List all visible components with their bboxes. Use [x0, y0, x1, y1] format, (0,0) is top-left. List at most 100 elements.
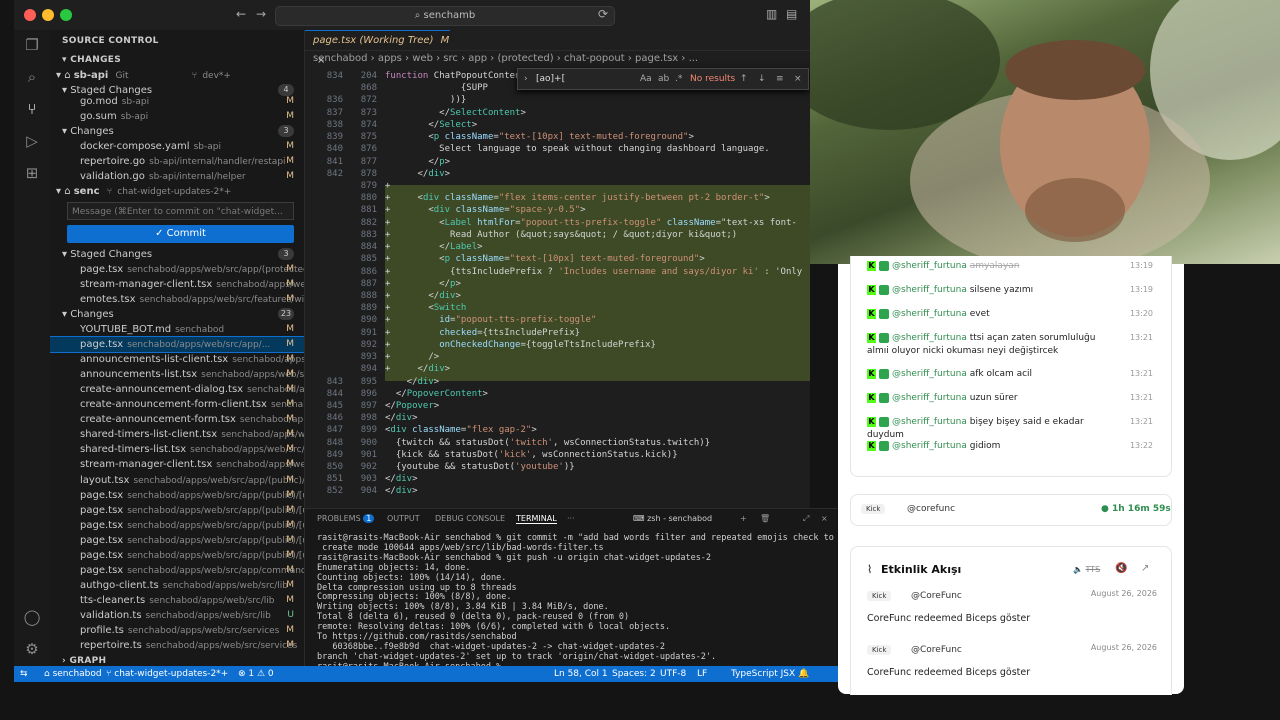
chat-username[interactable]: @sheriff_furtuna	[892, 417, 967, 427]
list-item[interactable]: stream-manager-client.tsx senchabod/apps/…	[50, 457, 304, 472]
code-line[interactable]: 891 + checked={ttsIncludePrefix}	[305, 327, 810, 339]
code-line[interactable]: 885 + <p className="text-[10px] text-mute…	[305, 253, 810, 265]
list-item[interactable]: page.tsx senchabod/apps/web/src/app/comma…	[50, 563, 304, 578]
chat-username[interactable]: @sheriff_furtuna	[892, 333, 967, 343]
list-item[interactable]: validation.ts senchabod/apps/web/src/lib U	[50, 608, 304, 623]
breadcrumb[interactable]: senchabod › apps › web › src › app › (pr…	[305, 51, 810, 67]
find-in-selection-icon[interactable]: ≡	[776, 69, 784, 89]
breadcrumb-item[interactable]: senchabod	[313, 53, 367, 64]
staged-changes-group[interactable]: ▾ Staged Changes 3	[62, 247, 304, 262]
code-line[interactable]: 852 904 </div>	[305, 485, 810, 497]
close-panel-icon[interactable]: ×	[821, 514, 828, 523]
code-line[interactable]: 887 + </p>	[305, 278, 810, 290]
panel-more-button[interactable]: ···	[567, 514, 575, 523]
code-line[interactable]: 843 895 </div>	[305, 376, 810, 388]
code-line[interactable]: 846 898 </div>	[305, 412, 810, 424]
copilot-icon[interactable]: ⟳	[598, 7, 608, 21]
whole-word-icon[interactable]: ab	[658, 69, 669, 89]
forward-arrow-icon[interactable]: →	[256, 7, 266, 21]
code-line[interactable]: 848 900 {twitch && statusDot('twitch', ws…	[305, 437, 810, 449]
code-line[interactable]: 844 896 </PopoverContent>	[305, 388, 810, 400]
tab-debug-console[interactable]: DEBUG CONSOLE	[435, 514, 505, 523]
language-mode[interactable]: TypeScript JSX	[731, 666, 795, 682]
code-line[interactable]: 888 + </div>	[305, 290, 810, 302]
cursor-position[interactable]: Ln 58, Col 1	[554, 666, 608, 682]
list-item[interactable]: announcements-list-client.tsx senchabod/a…	[50, 352, 304, 367]
code-editor[interactable]: page.tsx (Working Tree) M × senchabod › …	[305, 30, 810, 508]
code-line[interactable]: 894 + </div>	[305, 363, 810, 375]
line-ending[interactable]: LF	[697, 666, 707, 682]
problems-status[interactable]: ⊗ 1 ⚠ 0	[238, 666, 274, 682]
commit-message-input[interactable]: Message (⌘Enter to commit on "chat-widge…	[67, 202, 294, 220]
back-arrow-icon[interactable]: ←	[236, 7, 246, 21]
add-terminal-icon[interactable]: +	[740, 514, 747, 523]
repo-row-sb-api[interactable]: ▾ ⌂ sb-api Git ⑂ dev*+	[56, 68, 304, 83]
close-find-icon[interactable]: ×	[794, 69, 802, 89]
list-item[interactable]: go.sum sb-api M	[80, 109, 304, 124]
repo-row-senchabod[interactable]: ▾ ⌂ senc ⑂ chat-widget-updates-2*+	[56, 184, 304, 199]
code-line[interactable]: 851 903 </div>	[305, 473, 810, 485]
zoom-window-button[interactable]	[60, 9, 72, 21]
list-item[interactable]: page.tsx senchabod/apps/web/src/app/... M	[50, 336, 304, 354]
tab-problems[interactable]: PROBLEMS 1	[317, 514, 375, 523]
settings-gear-icon[interactable]: ⚙	[23, 640, 41, 658]
encoding[interactable]: UTF-8	[660, 666, 686, 682]
code-line[interactable]: 893 + />	[305, 351, 810, 363]
list-item[interactable]: repertoire.go sb-api/internal/handler/res…	[80, 154, 304, 169]
notifications-icon[interactable]: 🔔	[798, 666, 809, 682]
code-line[interactable]: 839 875 <p className="text-[10px] text-mu…	[305, 131, 810, 143]
list-item[interactable]: create-announcement-form.tsx senchabod/ap…	[50, 412, 304, 427]
list-item[interactable]: tts-cleaner.ts senchabod/apps/web/src/lib…	[50, 593, 304, 608]
branch-status[interactable]: ⑂ chat-widget-updates-2*+	[106, 666, 228, 682]
list-item[interactable]: create-announcement-form-client.tsx sench…	[50, 397, 304, 412]
kill-terminal-icon[interactable]: 🗑	[760, 514, 770, 523]
mute-icon[interactable]: 🔇	[1115, 563, 1127, 574]
close-window-button[interactable]	[24, 9, 36, 21]
repo-status[interactable]: ⌂ senchabod	[44, 666, 102, 682]
next-match-icon[interactable]: ↓	[758, 69, 766, 89]
external-link-icon[interactable]: ↗	[1141, 563, 1149, 574]
code-line[interactable]: 884 + </Label>	[305, 241, 810, 253]
list-item[interactable]: page.tsx senchabod/apps/web/src/app/(publ…	[50, 533, 304, 548]
code-line[interactable]: 838 874 </Select>	[305, 119, 810, 131]
list-item[interactable]: page.tsx senchabod/apps/web/src/app/(publ…	[50, 503, 304, 518]
list-item[interactable]: validation.go sb-api/internal/helper M	[80, 169, 304, 184]
chat-username[interactable]: @sheriff_furtuna	[892, 441, 967, 451]
code-line[interactable]: 886 + {ttsIncludePrefix ? 'Includes usern…	[305, 266, 810, 278]
extensions-icon[interactable]: ⊞	[23, 164, 41, 182]
search-icon[interactable]: ⌕	[23, 68, 41, 86]
code-line[interactable]: 845 897 </Popover>	[305, 400, 810, 412]
chevron-right-icon[interactable]: ›	[524, 69, 528, 89]
match-case-icon[interactable]: Aa	[640, 69, 652, 89]
code-line[interactable]: 850 902 {youtube && statusDot('youtube')}	[305, 461, 810, 473]
maximize-panel-icon[interactable]: ⤢	[803, 514, 809, 524]
chat-username[interactable]: @sheriff_furtuna	[892, 285, 967, 295]
list-item[interactable]: YOUTUBE_BOT.md senchabod M	[50, 322, 304, 337]
breadcrumb-item[interactable]: page.tsx	[635, 53, 678, 64]
commit-button[interactable]: ✓ Commit	[67, 225, 294, 243]
breadcrumb-item[interactable]: app	[468, 53, 487, 64]
list-item[interactable]: announcements-list.tsx senchabod/apps/web…	[50, 367, 304, 382]
layout-icon[interactable]: ▥	[766, 7, 777, 21]
tab-page-tsx[interactable]: page.tsx (Working Tree) M ×	[305, 30, 450, 66]
code-line[interactable]: 892 + onCheckedChange={toggleTtsIncludePr…	[305, 339, 810, 351]
previous-match-icon[interactable]: ↑	[740, 69, 748, 89]
list-item[interactable]: authgo-client.ts senchabod/apps/web/src/l…	[50, 578, 304, 593]
list-item[interactable]: stream-manager-client.tsx senchabod/apps/…	[50, 277, 304, 292]
list-item[interactable]: repertoire.ts senchabod/apps/web/src/serv…	[50, 638, 304, 653]
run-debug-icon[interactable]: ▷	[23, 132, 41, 150]
command-center-search[interactable]: ⌕ senchamb	[275, 6, 615, 26]
chat-username[interactable]: @sheriff_furtuna	[892, 393, 967, 403]
list-item[interactable]: profile.ts senchabod/apps/web/src/service…	[50, 623, 304, 638]
remote-icon[interactable]: ⇆	[20, 666, 28, 682]
changes-section-header[interactable]: ▾ CHANGES	[62, 53, 304, 68]
explorer-icon[interactable]: ❐	[23, 36, 41, 54]
list-item[interactable]: create-announcement-dialog.tsx senchabod/…	[50, 382, 304, 397]
code-line[interactable]: 882 + <Label htmlFor="popout-tts-prefix-t…	[305, 217, 810, 229]
code-line[interactable]: 841 877 </p>	[305, 156, 810, 168]
find-widget[interactable]: › [ao]+[ Aa ab .* No results ↑ ↓ ≡ ×	[517, 68, 809, 90]
breadcrumb-item[interactable]: src	[443, 53, 458, 64]
tab-output[interactable]: OUTPUT	[387, 514, 420, 523]
code-line[interactable]: 849 901 {kick && statusDot('kick', wsConn…	[305, 449, 810, 461]
panel-toggle-icon[interactable]: ▤	[786, 7, 797, 21]
